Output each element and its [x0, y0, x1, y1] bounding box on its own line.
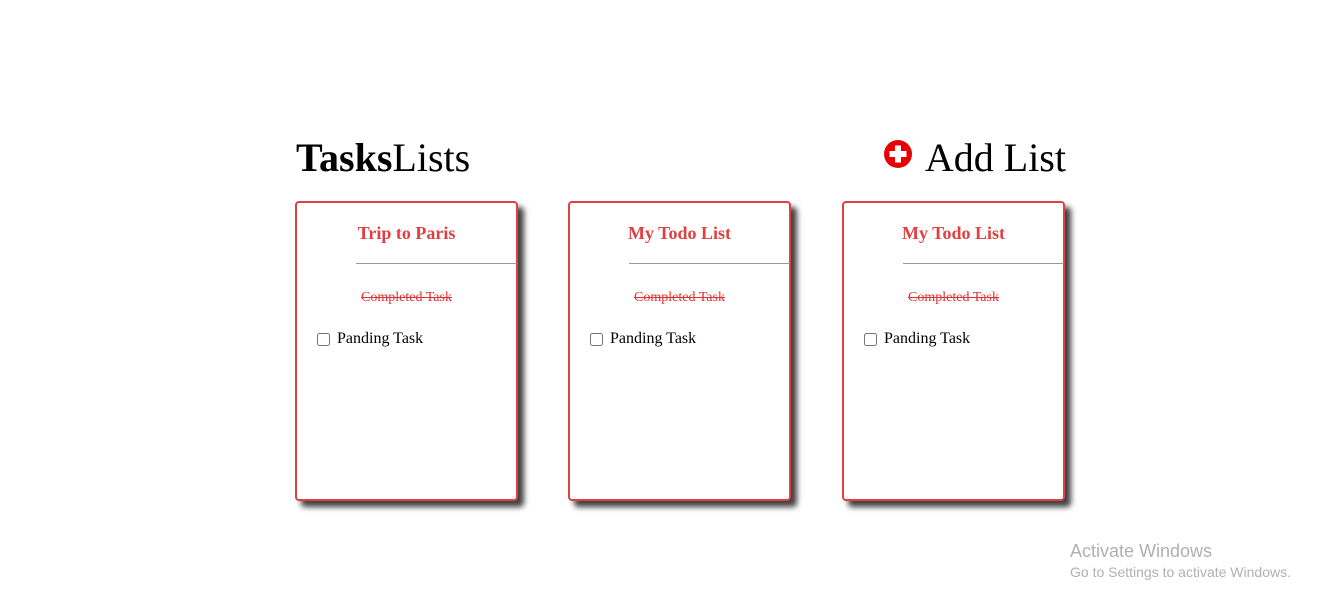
pending-task-label: Panding Task: [337, 330, 424, 347]
task-checkbox[interactable]: [864, 332, 877, 346]
watermark-subtitle: Go to Settings to activate Windows.: [1070, 564, 1291, 580]
page-title: TasksLists: [296, 132, 470, 184]
list-divider: [903, 263, 1064, 264]
list-title[interactable]: My Todo List: [570, 223, 789, 244]
pending-task[interactable]: Panding Task: [317, 330, 423, 348]
watermark-title: Activate Windows: [1070, 541, 1213, 561]
activate-windows-watermark: Activate Windows Go to Settings to activ…: [1070, 540, 1291, 582]
pending-task-label: Panding Task: [884, 330, 971, 347]
page-title-regular: Lists: [392, 135, 471, 180]
list-title[interactable]: Trip to Paris: [297, 223, 516, 244]
pending-task-label: Panding Task: [610, 330, 697, 347]
page: TasksLists Add List Trip to Paris Comple…: [0, 0, 1331, 606]
list-divider: [629, 263, 790, 264]
add-list-label[interactable]: Add List: [925, 132, 1066, 184]
add-list-button[interactable]: Add List: [883, 132, 1066, 184]
completed-task[interactable]: Completed Task: [844, 290, 1063, 306]
pending-task[interactable]: Panding Task: [590, 330, 696, 348]
list-title[interactable]: My Todo List: [844, 223, 1063, 244]
task-checkbox[interactable]: [590, 332, 603, 346]
pending-task[interactable]: Panding Task: [864, 330, 970, 348]
header: TasksLists Add List: [296, 132, 1066, 188]
completed-task[interactable]: Completed Task: [570, 290, 789, 306]
plus-circle-icon[interactable]: [883, 139, 913, 169]
task-checkbox[interactable]: [317, 332, 330, 346]
list-card: Trip to Paris Completed Task Panding Tas…: [295, 201, 518, 501]
task-lists: Trip to Paris Completed Task Panding Tas…: [295, 201, 1075, 501]
list-card: My Todo List Completed Task Panding Task: [842, 201, 1065, 501]
page-title-bold: Tasks: [296, 135, 393, 180]
list-divider: [356, 263, 517, 264]
list-card: My Todo List Completed Task Panding Task: [568, 201, 791, 501]
completed-task[interactable]: Completed Task: [297, 290, 516, 306]
